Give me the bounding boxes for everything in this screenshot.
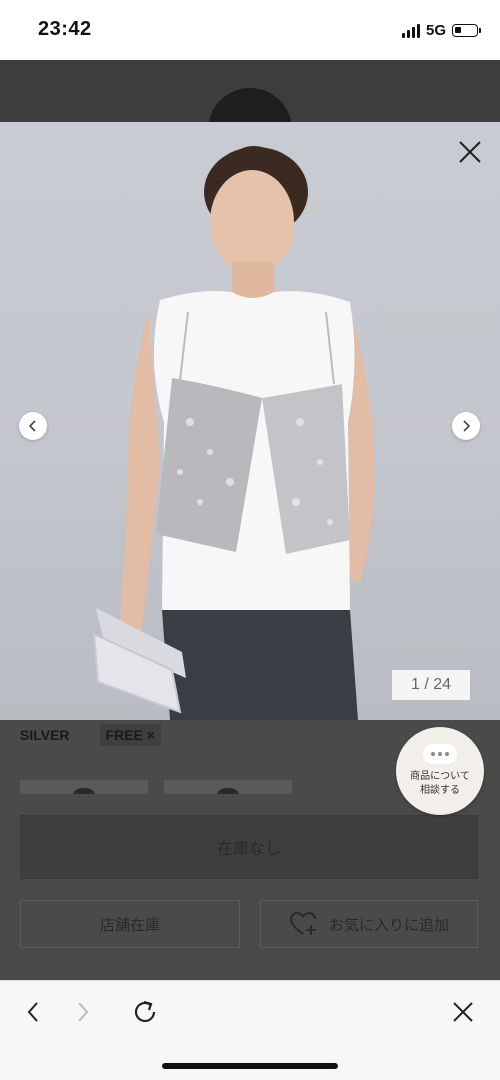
next-image-button[interactable] (452, 412, 480, 440)
forward-icon (78, 1002, 89, 1022)
color-label: SILVER (20, 727, 70, 743)
product-photo-behind (0, 60, 500, 138)
browser-forward-button[interactable] (66, 995, 100, 1029)
battery-icon (452, 24, 481, 37)
image-counter: 1 / 24 (392, 670, 470, 700)
variant-thumbnail[interactable] (164, 780, 292, 794)
heart-plus-icon (289, 911, 316, 935)
variant-selection: SILVER FREE × (20, 724, 161, 746)
variant-thumbnail[interactable] (20, 780, 148, 794)
browser-back-button[interactable] (16, 995, 50, 1029)
product-photo (92, 146, 375, 720)
chat-label-line2: 相談する (420, 785, 460, 796)
signal-icon (401, 23, 420, 38)
chat-label-line1: 商品について (410, 771, 470, 782)
close-viewer-icon[interactable] (456, 138, 484, 166)
store-stock-button[interactable]: 店舗在庫 (20, 900, 240, 948)
network-label: 5G (425, 22, 446, 39)
chat-icon (423, 744, 457, 764)
variant-thumbnails (20, 780, 292, 794)
chat-consult-button[interactable]: 商品について 相談する (396, 727, 484, 815)
previous-image-button[interactable] (19, 412, 47, 440)
chevron-left-icon (28, 420, 36, 432)
chevron-right-icon (463, 420, 471, 432)
status-indicators: 5G (401, 22, 481, 39)
close-icon (453, 1002, 473, 1022)
product-image-viewer[interactable]: 1 / 24 (0, 122, 500, 720)
back-icon (27, 1002, 38, 1022)
out-of-stock-button[interactable]: 在庫なし (20, 815, 478, 879)
size-chip[interactable]: FREE × (99, 724, 161, 746)
browser-reload-button[interactable] (128, 995, 162, 1029)
status-time: 23:42 (38, 18, 92, 40)
home-indicator[interactable] (162, 1063, 338, 1069)
reload-icon (134, 1000, 156, 1023)
add-favorite-button[interactable]: お気に入りに追加 (260, 900, 478, 948)
add-favorite-label: お気に入りに追加 (328, 916, 449, 934)
browser-close-button[interactable] (446, 995, 480, 1029)
status-bar: 23:42 5G (0, 0, 500, 60)
